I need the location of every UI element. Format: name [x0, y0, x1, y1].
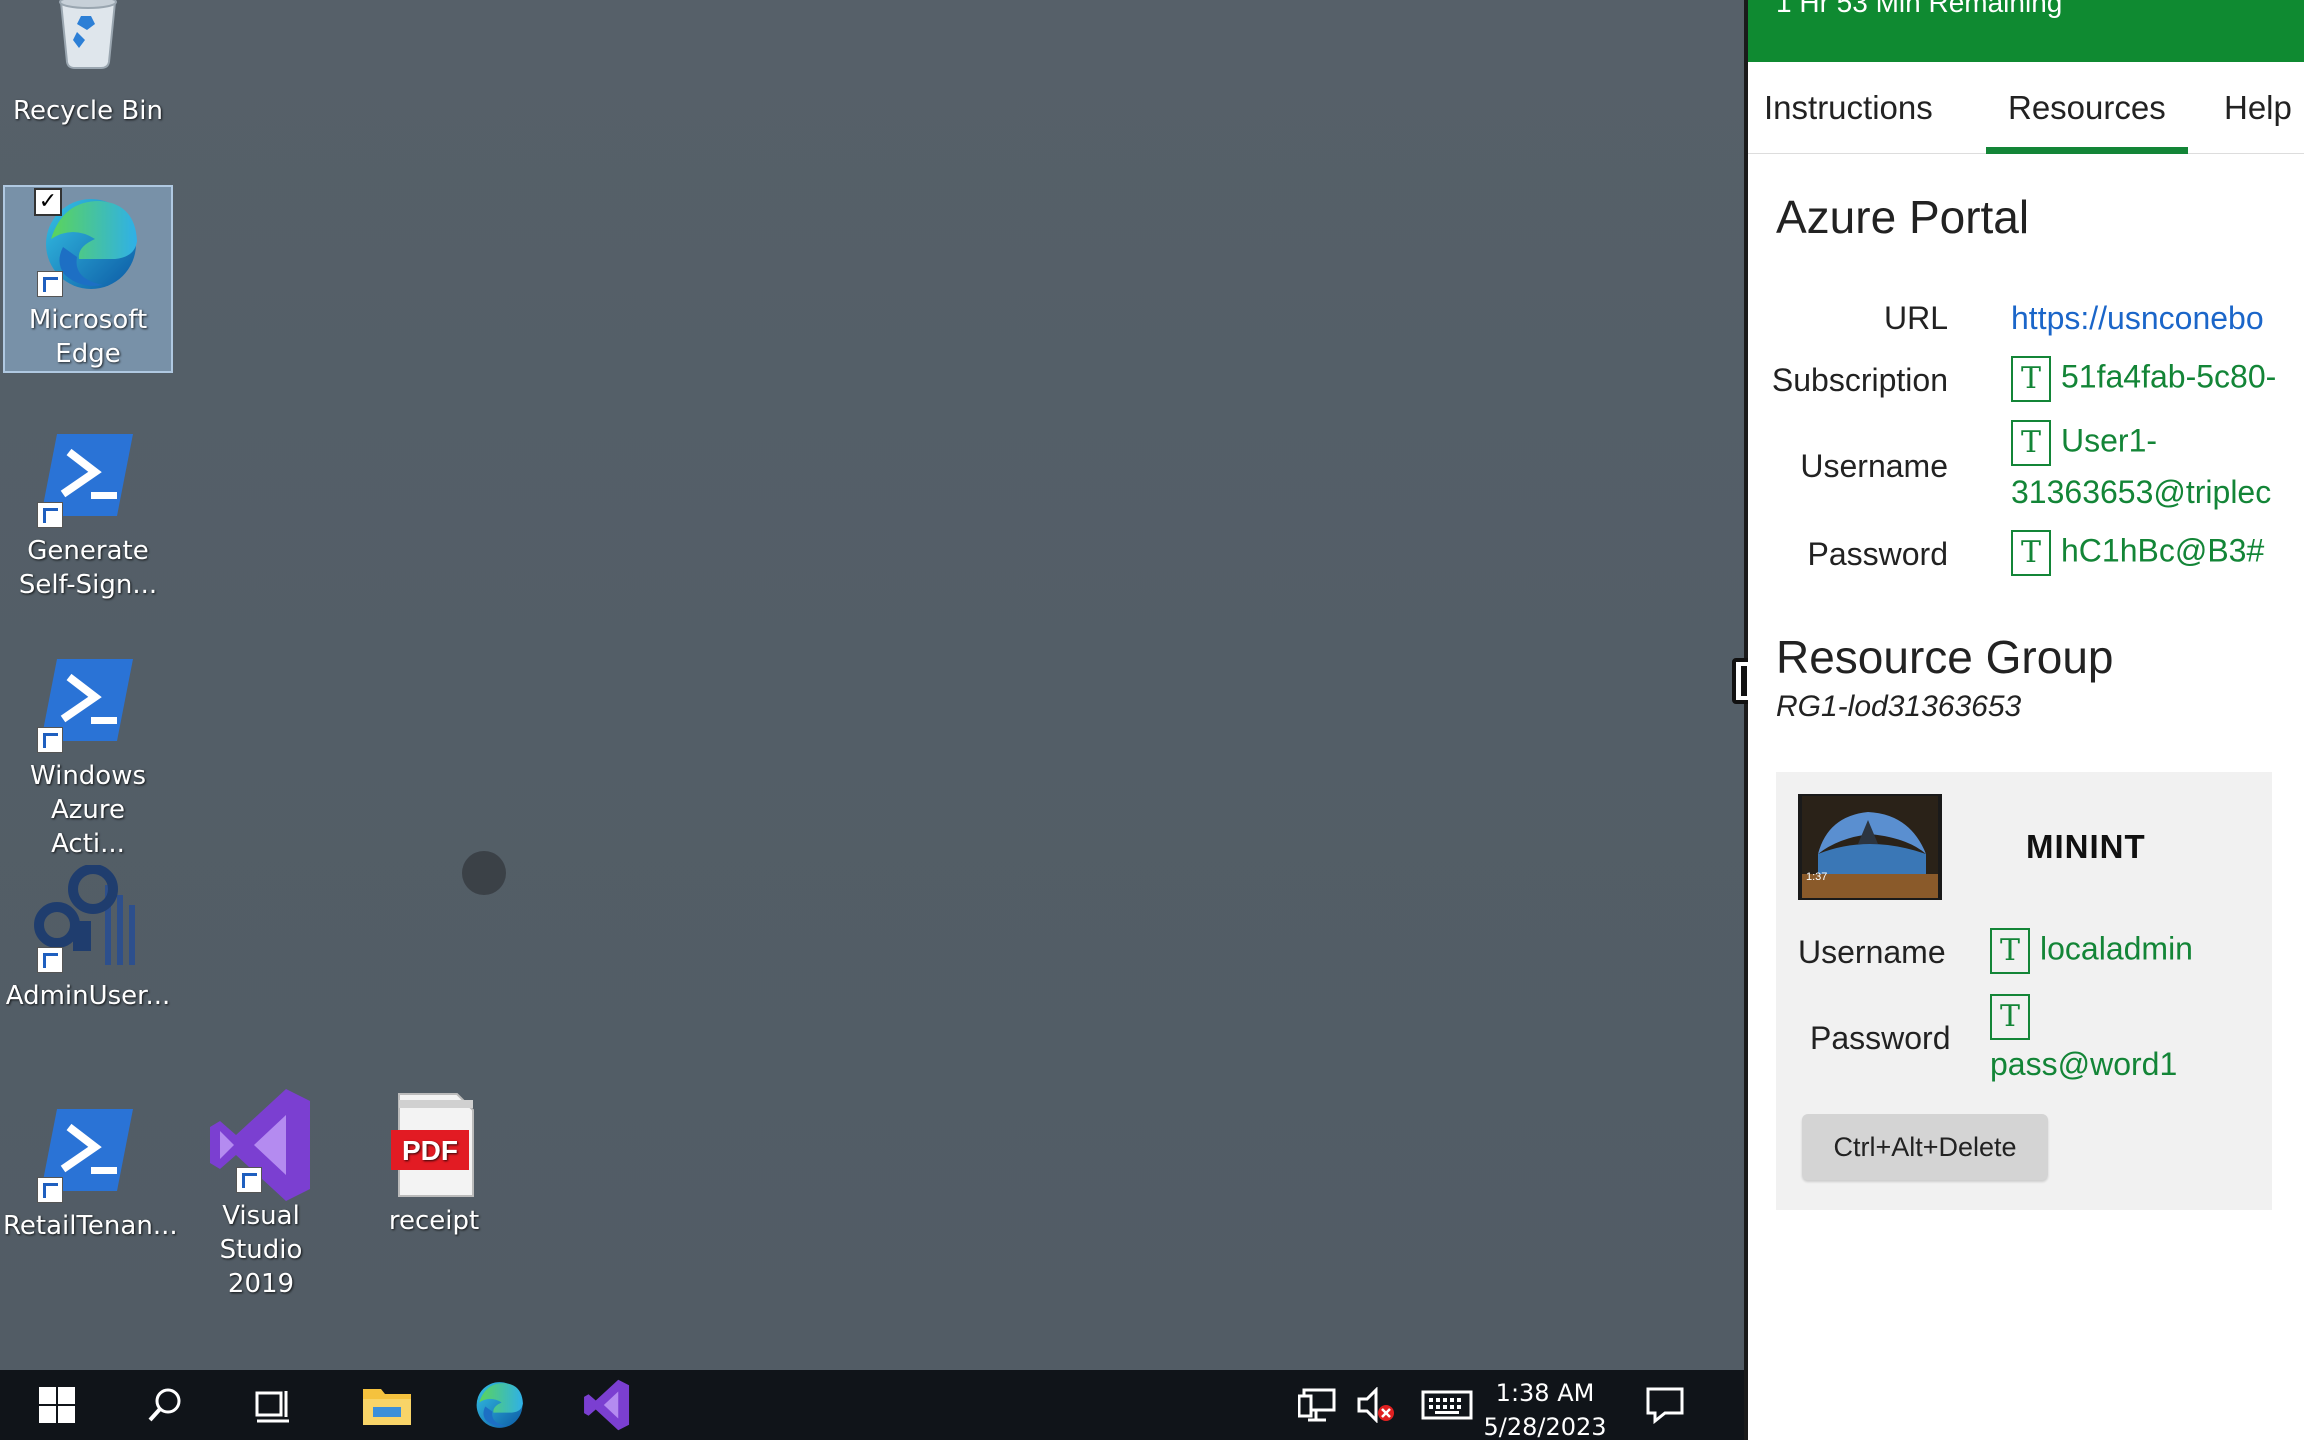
vm-screen-preview: 1:37	[1798, 794, 1942, 900]
type-text-icon[interactable]: T	[1990, 928, 2030, 974]
shortcut-arrow-icon	[37, 271, 63, 297]
vm-username-label: Username	[1798, 934, 1946, 970]
network-tray-button[interactable]	[1288, 1370, 1348, 1440]
task-view-button[interactable]	[238, 1370, 308, 1440]
start-button[interactable]	[22, 1370, 92, 1440]
type-text-icon[interactable]: T	[2011, 530, 2051, 576]
keyboard-icon	[1421, 1390, 1473, 1420]
resource-group-heading: Resource Group	[1776, 631, 2114, 683]
vm-password-type-button[interactable]: T	[1990, 994, 2040, 1040]
vm-password-label: Password	[1810, 1020, 1951, 1056]
visual-studio-taskbar-button[interactable]	[572, 1370, 642, 1440]
desktop-icon-label: Visual Studio 2019	[219, 1201, 303, 1299]
timer-bar: 1 Hr 53 Min Remaining	[1748, 0, 2304, 62]
desktop-icon-retailtenan[interactable]: RetailTenan...	[3, 1095, 178, 1243]
file-explorer-button[interactable]	[352, 1370, 422, 1440]
type-text-icon[interactable]: T	[2011, 356, 2051, 402]
edge-taskbar-button[interactable]	[463, 1370, 533, 1440]
desktop-icon-windows-azure-acti[interactable]: Windows Azure Acti...	[3, 645, 173, 861]
action-center-button[interactable]	[1630, 1370, 1700, 1440]
shortcut-arrow-icon	[37, 502, 63, 528]
desktop-icon-label: Microsoft Edge	[28, 305, 148, 369]
pdf-badge-text: PDF	[402, 1135, 458, 1166]
resource-group-name: RG1-lod31363653	[1776, 690, 2022, 723]
username-value[interactable]: T User1-	[2011, 420, 2157, 466]
search-button[interactable]	[130, 1370, 200, 1440]
url-link[interactable]: https://usnconebo	[2011, 300, 2264, 337]
tab-help[interactable]: Help	[2224, 62, 2292, 154]
powershell-icon	[33, 1095, 143, 1205]
url-label: URL	[1883, 300, 1948, 336]
task-view-icon	[255, 1391, 289, 1423]
desktop-icon-receipt[interactable]: PDF receipt	[349, 1090, 519, 1238]
panel-tabs: Instructions Resources Help	[1748, 62, 2304, 154]
taskbar-clock[interactable]: 1:38 AM 5/28/2023	[1470, 1376, 1620, 1440]
password-value[interactable]: ThC1hBc@B3#	[2011, 530, 2264, 576]
file-explorer-icon	[363, 1389, 411, 1425]
username-label: Username	[1800, 448, 1948, 484]
subscription-value[interactable]: T 51fa4fab-5c80-	[2011, 356, 2276, 402]
recycle-bin-icon	[33, 0, 143, 90]
desktop-icon-label: RetailTenan...	[3, 1211, 178, 1241]
visual-studio-icon	[206, 1085, 316, 1201]
admin-tools-icon	[33, 864, 143, 975]
password-label: Password	[1807, 536, 1949, 572]
vm-password-value[interactable]: pass@word1	[1990, 1046, 2177, 1083]
clock-time: 1:38 AM	[1495, 1379, 1595, 1407]
volume-tray-button[interactable]	[1346, 1370, 1406, 1440]
start-icon	[39, 1387, 75, 1423]
type-text-icon[interactable]: T	[2011, 420, 2051, 466]
shortcut-arrow-icon	[37, 1177, 63, 1203]
desktop-icon-label: AdminUser...	[5, 981, 171, 1011]
desktop-icon-adminuser[interactable]: AdminUser...	[3, 864, 173, 1013]
desktop-icon-generate-self-sign[interactable]: Generate Self-Sign...	[3, 420, 173, 602]
azure-portal-heading: Azure Portal	[1776, 191, 2030, 243]
selection-checkbox[interactable]: ✓	[34, 188, 62, 216]
visual-studio-icon	[584, 1379, 630, 1431]
username-value-line2: 31363653@triplec	[2011, 474, 2272, 510]
time-remaining: 1 Hr 53 Min Remaining	[1776, 0, 2063, 18]
vm-thumb-time: 1:37	[1806, 871, 1827, 883]
screen: Recycle Bin Microsoft Edge ✓ Generate Se…	[0, 0, 2304, 1440]
tab-instructions[interactable]: Instructions	[1764, 62, 1933, 154]
desktop-icon-microsoft-edge[interactable]: Microsoft Edge	[3, 185, 173, 373]
notifications-icon	[1646, 1387, 1684, 1424]
taskbar: 1:38 AM 5/28/2023	[0, 1370, 1744, 1440]
desktop-icon-label: Windows Azure Acti...	[29, 761, 147, 859]
powershell-icon	[33, 420, 143, 530]
edge-icon	[476, 1382, 523, 1428]
desktop-icon-label: receipt	[388, 1206, 480, 1236]
desktop-icon-label: Generate Self-Sign...	[18, 536, 158, 600]
search-icon	[148, 1388, 181, 1422]
ctrl-alt-delete-button[interactable]: Ctrl+Alt+Delete	[1802, 1114, 2048, 1180]
lab-panel: 1 Hr 53 Min Remaining Instructions Resou…	[1748, 0, 2304, 1440]
volume-muted-icon	[1357, 1387, 1394, 1423]
shortcut-arrow-icon	[37, 727, 63, 753]
mouse-cursor	[462, 851, 506, 895]
vm-thumbnail[interactable]: 1:37	[1798, 794, 1942, 900]
desktop-icon-visual-studio-2019[interactable]: Visual Studio 2019	[176, 1085, 346, 1301]
network-icon	[1298, 1388, 1336, 1422]
pdf-file-icon: PDF	[379, 1090, 489, 1200]
shortcut-arrow-icon	[37, 947, 63, 973]
subscription-label: Subscription	[1771, 362, 1948, 398]
powershell-icon	[33, 645, 143, 755]
desktop-icon-label: Recycle Bin	[13, 96, 163, 126]
shortcut-arrow-icon	[236, 1167, 262, 1193]
vm-name: MININT	[2026, 828, 2146, 865]
type-text-icon[interactable]: T	[1990, 994, 2030, 1040]
tab-resources[interactable]: Resources	[1986, 62, 2188, 154]
vm-card: 1:37 MININT Username Tlocaladmin Passwor…	[1776, 772, 2272, 1210]
vm-username-value[interactable]: Tlocaladmin	[1990, 928, 2193, 974]
clock-date: 5/28/2023	[1483, 1413, 1607, 1440]
desktop-icon-recycle-bin[interactable]: Recycle Bin	[3, 0, 173, 128]
desktop: Recycle Bin Microsoft Edge ✓ Generate Se…	[0, 0, 1744, 1370]
